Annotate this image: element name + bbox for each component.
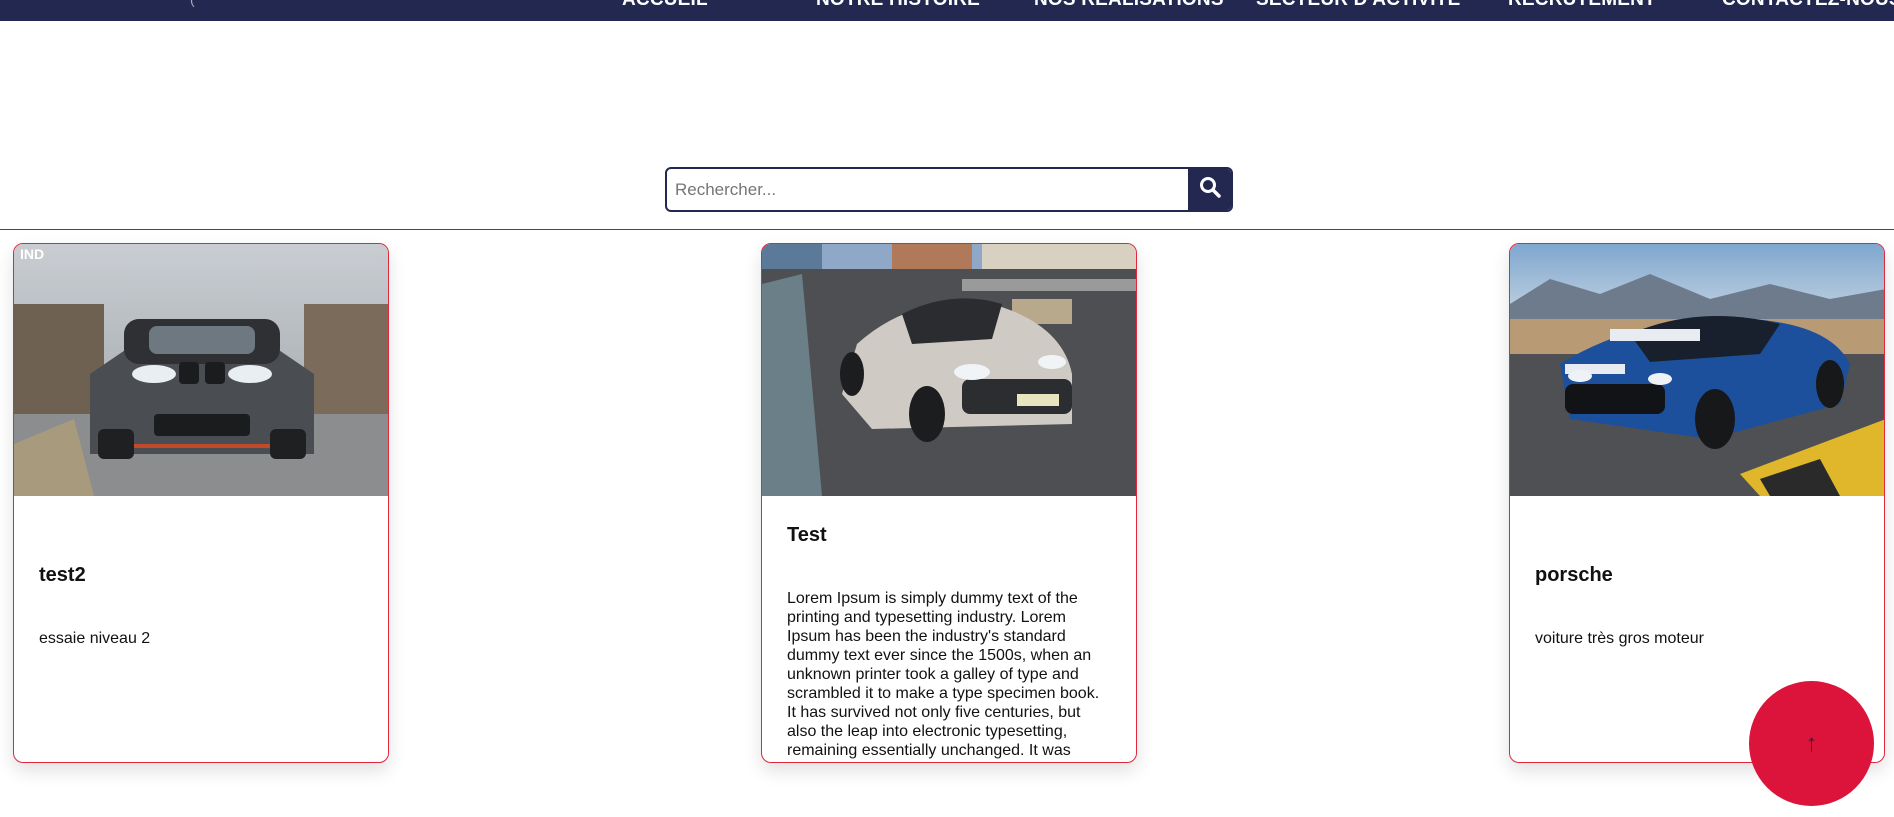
search-bar <box>665 167 1233 212</box>
search-button[interactable] <box>1188 169 1231 210</box>
card-title: porsche <box>1535 564 1613 586</box>
nav-item-notre-histoire[interactable]: NOTRE HISTOIRE <box>816 0 980 11</box>
card-title: Test <box>787 524 827 546</box>
article-card[interactable]: Test Lorem Ipsum is simply dummy text of… <box>761 243 1137 763</box>
card-title: test2 <box>39 564 86 586</box>
nav-item-nos-realisations[interactable]: NOS RÉALISATIONS <box>1034 0 1224 11</box>
search-input[interactable] <box>667 169 1192 210</box>
article-card[interactable]: IND test2 essaie niveau 2 <box>13 243 389 763</box>
nav-item-accueil[interactable]: ACCUEIL <box>622 0 708 11</box>
arrow-up-icon: ↑ <box>1805 729 1818 757</box>
scroll-to-top-button[interactable]: ↑ <box>1749 681 1874 806</box>
nav-item-secteur-activite[interactable]: SECTEUR D'ACTIVITÉ <box>1256 0 1460 11</box>
card-image: IND <box>14 244 388 496</box>
card-description: voiture très gros moteur <box>1535 630 1704 647</box>
nav-item-recrutement[interactable]: RECRUTEMENT <box>1508 0 1656 11</box>
card-description: essaie niveau 2 <box>39 630 151 647</box>
card-image <box>762 244 1136 496</box>
search-icon <box>1198 175 1222 204</box>
card-image <box>1510 244 1884 496</box>
image-watermark: IND <box>20 246 45 262</box>
nav-item-contactez-nous[interactable]: CONTACTEZ-NOUS <box>1722 0 1894 11</box>
top-navbar: ( ACCUEIL NOTRE HISTOIRE NOS RÉALISATION… <box>0 0 1894 21</box>
logo-fragment: ( <box>190 0 195 7</box>
section-divider <box>0 229 1894 230</box>
card-description: Lorem Ipsum is simply dummy text of the … <box>787 590 1100 759</box>
